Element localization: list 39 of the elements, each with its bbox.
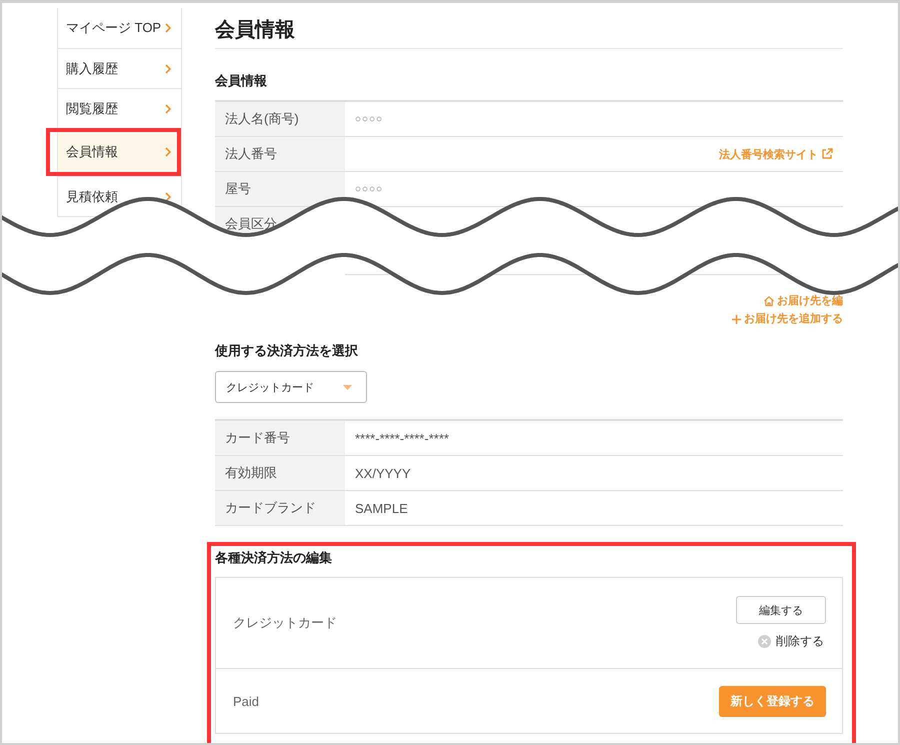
close-circle-icon [758,635,771,648]
page-title: 会員情報 [215,8,843,49]
payment-method-name: クレジットカード [233,614,337,632]
chevron-right-icon [165,104,171,114]
chevron-right-icon [165,64,171,74]
external-link-icon [821,148,833,160]
sidebar-item[interactable]: マイページ TOP [58,8,181,48]
sidebar-item-label: 購入履歴 [66,60,118,78]
plus-icon [731,314,742,324]
edit-button[interactable]: 編集する [736,596,826,624]
chevron-right-icon [165,147,171,157]
table-value-cell: SAMPLE [355,500,408,516]
sidebar-item[interactable]: 閲覧履歴 [58,88,181,128]
delete-link[interactable]: 削除する [758,633,824,650]
table-value-cell: ****-****-****-**** [355,430,449,446]
table-value-cell: ○○○○ [355,184,384,194]
sidebar-item-label: 見積依頼 [66,188,118,206]
section-heading: 各種決済方法の編集 [215,549,333,567]
sidebar-item-label: マイページ TOP [66,19,162,37]
table-label-cell: 屋号 [215,172,345,206]
section-heading: 使用する決済方法を選択 [215,342,359,360]
table-label-cell: 有効期限 [215,456,345,490]
table-label-cell: 法人名(商号) [215,102,345,136]
section-heading: 会員情報 [215,72,268,90]
house-icon [763,295,775,307]
sidebar-item-label: 閲覧履歴 [66,100,118,118]
table-value-cell: XX/YYYY [355,466,411,480]
table-label-cell: 法人番号 [215,137,345,171]
chevron-right-icon [165,192,171,202]
dropdown-caret-icon [343,384,352,390]
sidebar-item[interactable]: 会員情報 [58,132,177,172]
payment-method-name: Paid [233,694,260,708]
table-label-cell: カードブランド [215,491,345,525]
table-label-cell: カード番号 [215,421,345,455]
table-value-cell: ○○○○ [355,114,384,124]
chevron-right-icon [165,23,171,33]
sidebar-item-label: 会員情報 [66,143,118,161]
payment-method-dropdown[interactable]: クレジットカード [215,371,367,403]
sidebar-item[interactable]: 購入履歴 [58,48,181,88]
